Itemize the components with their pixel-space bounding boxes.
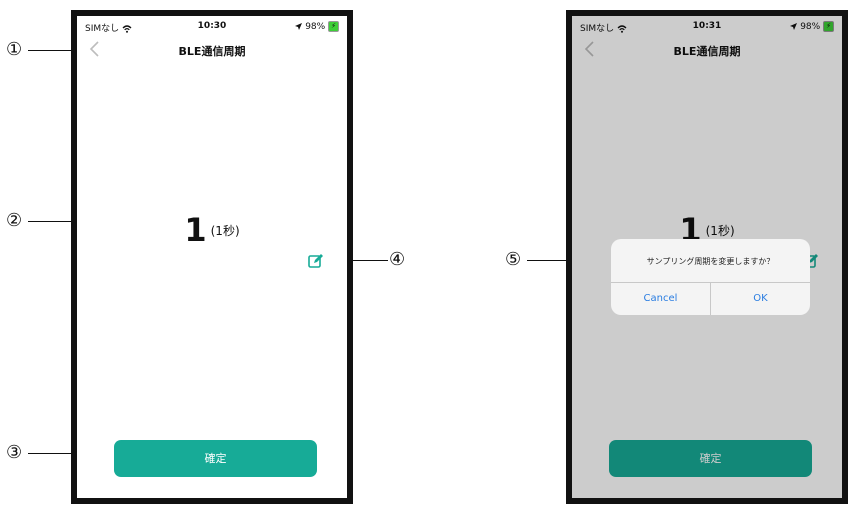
- page-title: BLE通信周期: [178, 45, 246, 58]
- callout-5: ⑤: [505, 249, 522, 270]
- phone-screen-left: SIMなし 10:30 98% ⚡ BLE通信周期 1 (1秒) 確定: [71, 10, 353, 504]
- period-unit: (1秒): [210, 223, 240, 238]
- period-value: 1: [184, 211, 207, 249]
- callout-2: ②: [6, 210, 23, 231]
- callout-1: ①: [6, 39, 23, 60]
- dialog-ok-button[interactable]: OK: [711, 283, 810, 315]
- battery-status: 98% ⚡: [295, 21, 339, 32]
- callout-4: ④: [389, 249, 406, 270]
- edit-icon[interactable]: [308, 253, 324, 269]
- confirm-button[interactable]: 確定: [114, 440, 317, 477]
- nav-bar: BLE通信周期: [77, 34, 347, 64]
- location-arrow-icon: [295, 23, 303, 30]
- battery-icon: ⚡: [328, 21, 339, 32]
- callout-3: ③: [6, 442, 23, 463]
- value-display: 1 (1秒): [77, 211, 347, 249]
- status-bar: SIMなし 10:30 98% ⚡: [77, 18, 347, 34]
- dialog-cancel-button[interactable]: Cancel: [611, 283, 710, 315]
- confirm-dialog: サンプリング周期を変更しますか？ Cancel OK: [611, 239, 810, 315]
- phone-screen-right: SIMなし 10:31 98% ⚡ BLE通信周期 1 (1秒) 確定 サンプリ…: [566, 10, 848, 504]
- dialog-message: サンプリング周期を変更しますか？: [646, 257, 775, 266]
